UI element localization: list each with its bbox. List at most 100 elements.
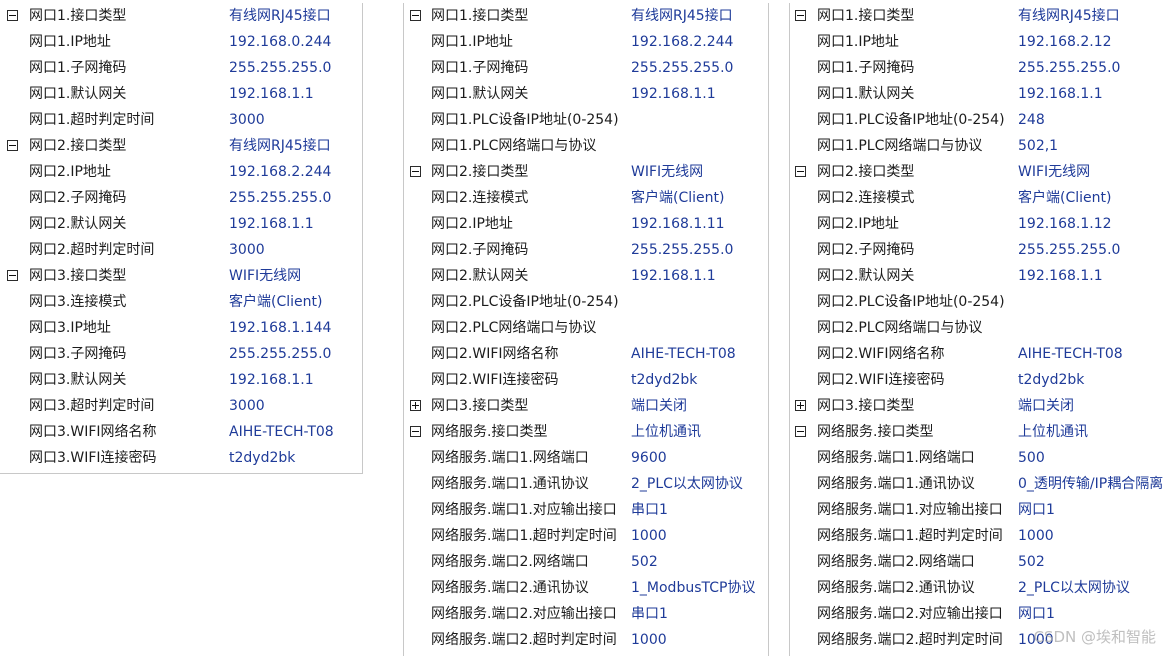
property-row[interactable]: 网口1.IP地址 192.168.2.244 <box>404 29 768 55</box>
property-value[interactable]: 网口1 <box>1018 601 1055 627</box>
property-row[interactable]: 网口1.PLC网络端口与协议 502,1 <box>790 133 1170 159</box>
property-row[interactable]: 网口1.PLC网络端口与协议 <box>404 133 768 159</box>
property-row[interactable]: 网口2.接口类型 WIFI无线网 <box>404 159 768 185</box>
property-value[interactable]: 502,1 <box>1018 133 1058 159</box>
property-value[interactable]: AIHE-TECH-T08 <box>1018 341 1123 367</box>
property-row[interactable]: 网口2.PLC网络端口与协议 <box>790 315 1170 341</box>
property-row[interactable]: 网口2.默认网关 192.168.1.1 <box>0 211 362 237</box>
property-row[interactable]: 网口3.子网掩码 255.255.255.0 <box>0 341 362 367</box>
property-row[interactable]: 网口3.IP地址 192.168.1.144 <box>0 315 362 341</box>
property-row[interactable]: 网络服务.端口2.通讯协议 2_PLC以太网协议 <box>790 575 1170 601</box>
property-value[interactable]: t2dyd2bk <box>229 445 295 471</box>
property-value[interactable]: 255.255.255.0 <box>631 55 733 81</box>
property-value[interactable]: 192.168.1.144 <box>229 315 331 341</box>
property-value[interactable]: 3000 <box>229 393 265 419</box>
collapse-icon[interactable] <box>410 426 421 437</box>
property-row[interactable]: 网络服务.端口1.对应输出接口 网口1 <box>790 497 1170 523</box>
collapse-icon[interactable] <box>410 10 421 21</box>
property-value[interactable]: 2_PLC以太网协议 <box>1018 575 1130 601</box>
property-row[interactable]: 网口1.默认网关 192.168.1.1 <box>404 81 768 107</box>
property-row[interactable]: 网口3.接口类型 WIFI无线网 <box>0 263 362 289</box>
property-value[interactable]: 0_透明传输/IP耦合隔离 <box>1018 471 1163 497</box>
property-row[interactable]: 网口1.PLC设备IP地址(0-254) 248 <box>790 107 1170 133</box>
property-row[interactable]: 网口1.默认网关 192.168.1.1 <box>0 81 362 107</box>
property-row[interactable]: 网口2.IP地址 192.168.1.11 <box>404 211 768 237</box>
property-row[interactable]: 网络服务.端口1.网络端口 500 <box>790 445 1170 471</box>
property-row[interactable]: 网口2.超时判定时间 3000 <box>0 237 362 263</box>
property-row[interactable]: 网络服务.端口1.网络端口 9600 <box>404 445 768 471</box>
property-row[interactable]: 网口1.接口类型 有线网RJ45接口 <box>790 3 1170 29</box>
property-value[interactable]: 网口1 <box>1018 497 1055 523</box>
property-row[interactable]: 网口3.默认网关 192.168.1.1 <box>0 367 362 393</box>
property-row[interactable]: 网络服务.端口1.通讯协议 2_PLC以太网协议 <box>404 471 768 497</box>
property-row[interactable]: 网口2.默认网关 192.168.1.1 <box>790 263 1170 289</box>
property-value[interactable]: 255.255.255.0 <box>631 237 733 263</box>
property-value[interactable]: 上位机通讯 <box>1018 419 1088 445</box>
property-row[interactable]: 网络服务.端口1.超时判定时间 1000 <box>790 523 1170 549</box>
property-row[interactable]: 网络服务.端口2.对应输出接口 串口1 <box>404 601 768 627</box>
property-row[interactable]: 网口3.WIFI网络名称 AIHE-TECH-T08 <box>0 419 362 445</box>
property-value[interactable]: 192.168.1.1 <box>229 81 314 107</box>
property-row[interactable]: 网口1.子网掩码 255.255.255.0 <box>790 55 1170 81</box>
property-value[interactable]: 192.168.1.1 <box>631 81 716 107</box>
property-value[interactable]: 192.168.2.244 <box>631 29 733 55</box>
property-value[interactable]: 192.168.2.244 <box>229 159 331 185</box>
collapse-icon[interactable] <box>795 426 806 437</box>
property-row[interactable]: 网口1.接口类型 有线网RJ45接口 <box>0 3 362 29</box>
property-value[interactable]: 192.168.0.244 <box>229 29 331 55</box>
property-row[interactable]: 网口1.超时判定时间 3000 <box>0 107 362 133</box>
property-row[interactable]: 网口2.WIFI连接密码 t2dyd2bk <box>790 367 1170 393</box>
property-row[interactable]: 网口2.IP地址 192.168.1.12 <box>790 211 1170 237</box>
collapse-icon[interactable] <box>795 166 806 177</box>
property-row[interactable]: 网口3.接口类型 端口关闭 <box>404 393 768 419</box>
property-value[interactable]: 1000 <box>631 627 667 653</box>
property-row[interactable]: 网口3.连接模式 客户端(Client) <box>0 289 362 315</box>
property-row[interactable]: 网络服务.端口1.超时判定时间 1000 <box>404 523 768 549</box>
property-value[interactable]: AIHE-TECH-T08 <box>229 419 334 445</box>
property-row[interactable]: 网络服务.接口类型 上位机通讯 <box>790 419 1170 445</box>
property-value[interactable]: 1_ModbusTCP协议 <box>631 575 755 601</box>
property-row[interactable]: 网络服务.端口2.超时判定时间 1000 <box>404 627 768 653</box>
property-row[interactable]: 网口2.子网掩码 255.255.255.0 <box>404 237 768 263</box>
property-row[interactable]: 网络服务.端口1.对应输出接口 串口1 <box>404 497 768 523</box>
property-row[interactable]: 网口3.接口类型 端口关闭 <box>790 393 1170 419</box>
property-value[interactable]: 192.168.1.11 <box>631 211 725 237</box>
property-row[interactable]: 网络服务.端口2.对应输出接口 网口1 <box>790 601 1170 627</box>
property-value[interactable]: 255.255.255.0 <box>1018 55 1120 81</box>
property-value[interactable]: 255.255.255.0 <box>1018 237 1120 263</box>
property-value[interactable]: 248 <box>1018 107 1045 133</box>
property-value[interactable]: 有线网RJ45接口 <box>631 3 733 29</box>
property-row[interactable]: 网口3.超时判定时间 3000 <box>0 393 362 419</box>
property-value[interactable]: 客户端(Client) <box>1018 185 1111 211</box>
property-value[interactable]: 192.168.1.1 <box>1018 263 1103 289</box>
property-value[interactable]: 3000 <box>229 107 265 133</box>
property-value[interactable]: 串口1 <box>631 601 668 627</box>
property-row[interactable]: 网口2.默认网关 192.168.1.1 <box>404 263 768 289</box>
property-row[interactable]: 网口2.接口类型 WIFI无线网 <box>790 159 1170 185</box>
property-value[interactable]: t2dyd2bk <box>631 367 697 393</box>
collapse-icon[interactable] <box>410 166 421 177</box>
expand-icon[interactable] <box>795 400 806 411</box>
property-row[interactable]: 网口1.接口类型 有线网RJ45接口 <box>404 3 768 29</box>
property-row[interactable]: 网口2.连接模式 客户端(Client) <box>790 185 1170 211</box>
collapse-icon[interactable] <box>795 10 806 21</box>
property-row[interactable]: 网口1.IP地址 192.168.2.12 <box>790 29 1170 55</box>
property-value[interactable]: 192.168.1.1 <box>1018 81 1103 107</box>
property-row[interactable]: 网口3.WIFI连接密码 t2dyd2bk <box>0 445 362 471</box>
property-value[interactable]: AIHE-TECH-T08 <box>631 341 736 367</box>
property-value[interactable]: 客户端(Client) <box>631 185 724 211</box>
property-row[interactable]: 网络服务.端口2.通讯协议 1_ModbusTCP协议 <box>404 575 768 601</box>
property-row[interactable]: 网口2.WIFI网络名称 AIHE-TECH-T08 <box>790 341 1170 367</box>
property-value[interactable]: 有线网RJ45接口 <box>1018 3 1120 29</box>
property-value[interactable]: 9600 <box>631 445 667 471</box>
property-row[interactable]: 网口1.PLC设备IP地址(0-254) <box>404 107 768 133</box>
property-row[interactable]: 网口2.PLC网络端口与协议 <box>404 315 768 341</box>
property-row[interactable]: 网口2.WIFI连接密码 t2dyd2bk <box>404 367 768 393</box>
property-value[interactable]: 502 <box>1018 549 1045 575</box>
property-value[interactable]: t2dyd2bk <box>1018 367 1084 393</box>
property-value[interactable]: 255.255.255.0 <box>229 341 331 367</box>
property-row[interactable]: 网口2.子网掩码 255.255.255.0 <box>790 237 1170 263</box>
property-value[interactable]: 255.255.255.0 <box>229 55 331 81</box>
collapse-icon[interactable] <box>7 270 18 281</box>
property-value[interactable]: 客户端(Client) <box>229 289 322 315</box>
